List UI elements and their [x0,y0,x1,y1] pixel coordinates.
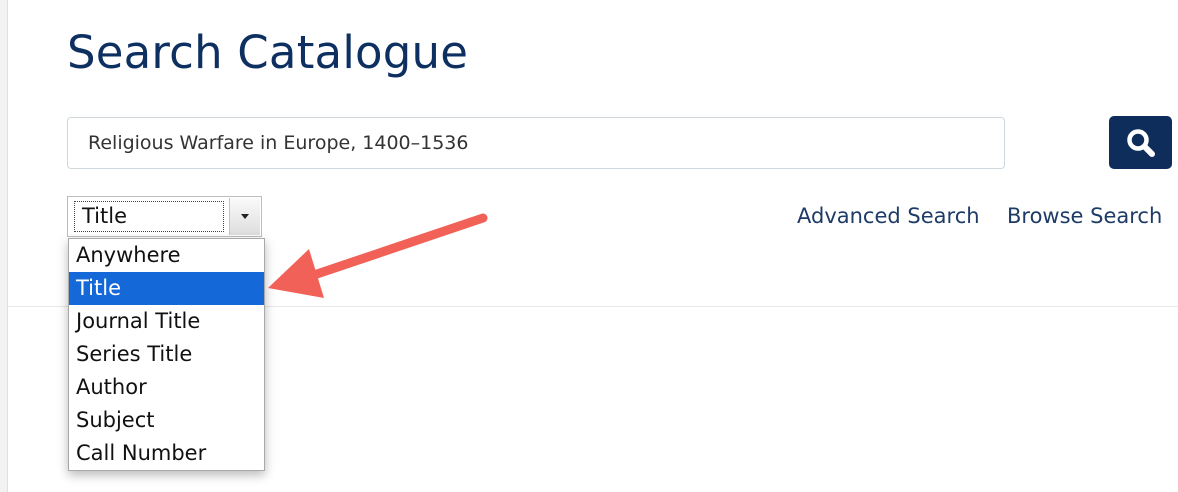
browse-search-link[interactable]: Browse Search [1007,204,1162,228]
advanced-search-link[interactable]: Advanced Search [797,204,980,228]
option-subject[interactable]: Subject [69,404,264,437]
option-series-title[interactable]: Series Title [69,338,264,371]
search-icon [1126,128,1155,157]
search-field-select[interactable]: Title [67,196,262,237]
option-title[interactable]: Title [69,272,264,305]
option-anywhere[interactable]: Anywhere [69,239,264,272]
option-call-number[interactable]: Call Number [69,437,264,470]
search-field-selected-value: Title [74,201,224,232]
search-button[interactable] [1109,116,1172,169]
search-field-options[interactable]: Anywhere Title Journal Title Series Titl… [68,238,265,471]
search-input[interactable] [67,117,1005,169]
option-author[interactable]: Author [69,371,264,404]
chevron-down-icon[interactable] [229,198,260,235]
page-title: Search Catalogue [67,26,469,79]
arrow-icon [268,213,488,298]
left-edge-border [0,0,8,492]
option-journal-title[interactable]: Journal Title [69,305,264,338]
